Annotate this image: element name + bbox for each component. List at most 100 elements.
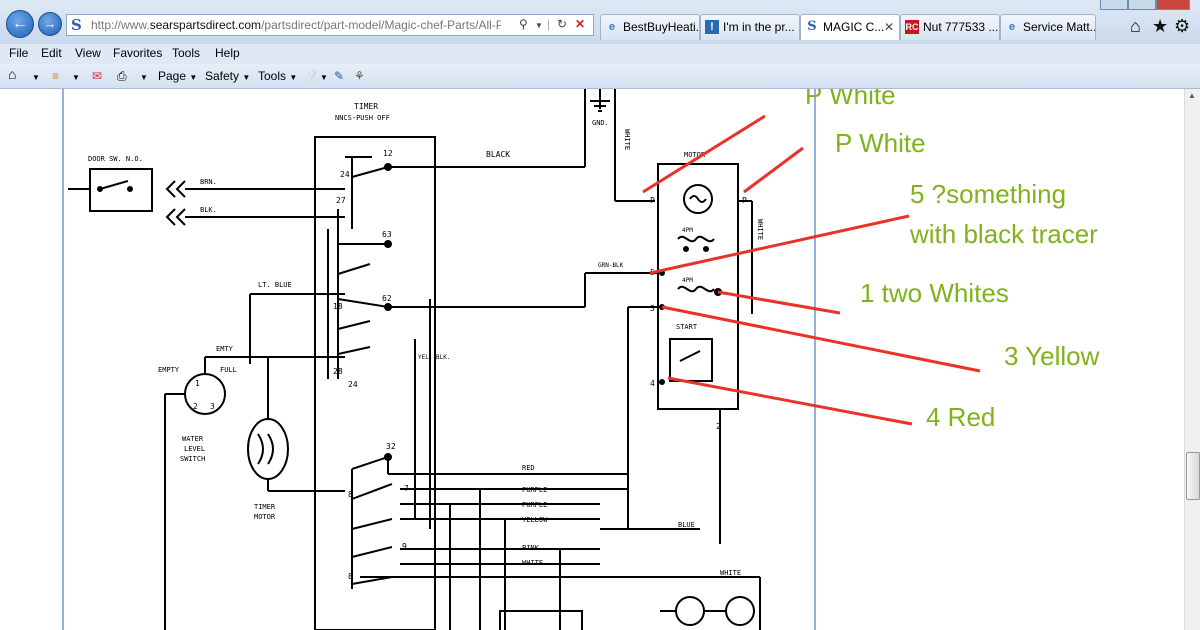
vertical-scrollbar[interactable]	[1184, 89, 1200, 630]
timer-contacts: 12 24 27 63 18 62 28 24 32 8 7 9 8	[327, 149, 409, 589]
annotation-three-yellow: 3 Yellow	[1004, 341, 1100, 371]
tab-forum[interactable]: ! I'm in the pr...	[700, 14, 800, 40]
annotation-line-five	[649, 214, 910, 275]
chevron-down-icon: ▼	[242, 73, 251, 82]
tab-label: I'm in the pr...	[723, 20, 795, 34]
start-label: START	[676, 323, 698, 331]
menu-tools[interactable]: Tools	[172, 46, 200, 60]
close-window-button[interactable]	[1156, 0, 1190, 10]
svg-text:PURPLE: PURPLE	[522, 486, 547, 494]
scroll-up-icon[interactable]: ▲	[1188, 91, 1196, 100]
svg-text:8: 8	[348, 490, 353, 499]
forward-arrow-icon: →	[43, 16, 57, 31]
maximize-button[interactable]	[1128, 0, 1156, 10]
wire-label-grn-blk: GRN-BLK	[598, 262, 624, 269]
annotation-p-white-2: P White	[835, 128, 926, 158]
door-switch: DOOR SW. N.O. BRN. BLK.	[68, 155, 345, 226]
feeds-dropdown-icon[interactable]: ▼	[72, 69, 80, 83]
svg-text:2: 2	[716, 422, 721, 431]
refresh-icon[interactable]: ↻	[557, 17, 567, 31]
bluetooth-icon[interactable]: ⚘	[354, 69, 365, 83]
wire-label-yel-blk: YEL.-BLK.	[418, 354, 451, 361]
bottom-wiring: RED PURPLE PURPLE YELLOW PINK WHITE BLUE…	[360, 457, 761, 630]
print-icon[interactable]: ⎙	[117, 69, 127, 84]
forward-button[interactable]: →	[38, 12, 62, 36]
annotation-line-four	[667, 376, 913, 426]
chevron-down-icon: ▼	[289, 73, 298, 82]
wire-label-black: BLACK	[486, 150, 510, 159]
tools-menu-label: Tools	[258, 69, 287, 83]
svg-text:4: 4	[650, 379, 655, 388]
svg-text:4PM: 4PM	[682, 227, 693, 234]
help-icon[interactable]: ❔	[304, 69, 319, 83]
url-domain: searspartsdirect.com	[149, 18, 262, 32]
tab-label: MAGIC C...	[823, 20, 885, 34]
help-dropdown-icon[interactable]: ▼	[320, 69, 328, 83]
rc-icon: RC	[905, 20, 919, 34]
menu-file[interactable]: File	[9, 46, 28, 60]
svg-text:WATER: WATER	[182, 435, 204, 443]
svg-text:RED: RED	[522, 464, 535, 472]
menu-view[interactable]: View	[75, 46, 101, 60]
svg-text:PURPLE: PURPLE	[522, 501, 547, 509]
research-icon[interactable]: ✎	[334, 69, 344, 83]
svg-text:18: 18	[333, 302, 343, 311]
window-controls	[1100, 0, 1190, 10]
tab-label: Nut 777533 ...	[923, 20, 999, 34]
tab-service[interactable]: e Service Matt...	[1000, 14, 1096, 40]
timer-box	[314, 136, 436, 630]
svg-text:EMTY: EMTY	[216, 345, 234, 353]
menu-edit[interactable]: Edit	[41, 46, 62, 60]
menu-help[interactable]: Help	[215, 46, 240, 60]
home-icon[interactable]: ⌂	[1130, 16, 1141, 37]
sears-site-icon: S	[71, 16, 82, 34]
search-icon[interactable]: ⚲	[519, 17, 528, 31]
url-text[interactable]: http://www.searspartsdirect.com/partsdir…	[91, 18, 501, 32]
wire-label-lt-blue: LT. BLUE	[258, 281, 292, 289]
tab-nut[interactable]: RC Nut 777533 ...	[900, 14, 1000, 40]
svg-text:P: P	[650, 196, 655, 205]
page-menu[interactable]: Page ▼	[158, 69, 197, 83]
scrollbar-thumb[interactable]	[1186, 452, 1200, 500]
menu-bar: File Edit View Favorites Tools Help	[0, 44, 1200, 64]
minimize-button[interactable]	[1100, 0, 1128, 10]
annotation-line-p-white-1	[642, 114, 766, 194]
feeds-icon[interactable]: ≡	[52, 69, 59, 83]
address-bar[interactable]: S http://www.searspartsdirect.com/partsd…	[66, 14, 594, 36]
tools-menu[interactable]: Tools ▼	[258, 69, 297, 83]
print-dropdown-icon[interactable]: ▼	[140, 69, 148, 83]
timer-title: TIMER	[354, 102, 378, 111]
svg-text:WHITE: WHITE	[720, 569, 741, 577]
svg-text:FULL: FULL	[220, 366, 237, 374]
home-icon[interactable]: ⌂	[8, 66, 16, 82]
tab-magic-chef[interactable]: S MAGIC C... ✕	[800, 14, 900, 40]
svg-text:27: 27	[336, 196, 346, 205]
tab-bestbuy[interactable]: e BestBuyHeati...	[600, 14, 700, 40]
timer-motor: TIMER MOTOR	[247, 357, 345, 521]
web-page: TIMER NNCS-PUSH OFF 12 24 27 63 18 62 28…	[0, 89, 1200, 630]
favorites-star-icon[interactable]: ★	[1152, 16, 1168, 37]
ie-icon: e	[608, 21, 616, 33]
annotation-four-red: 4 Red	[926, 402, 996, 432]
home-dropdown-icon[interactable]: ▼	[32, 69, 40, 83]
svg-text:3: 3	[650, 304, 655, 313]
gear-icon[interactable]: ⚙	[1174, 16, 1190, 37]
page-menu-label: Page	[158, 69, 187, 83]
svg-text:8: 8	[348, 572, 353, 581]
menu-favorites[interactable]: Favorites	[113, 46, 162, 60]
stop-icon[interactable]: ✕	[575, 17, 585, 31]
back-button[interactable]: ←	[6, 10, 34, 38]
mail-icon[interactable]: ✉	[92, 69, 102, 83]
svg-text:63: 63	[382, 230, 392, 239]
tab-label: Service Matt...	[1023, 20, 1096, 34]
svg-text:4PM: 4PM	[682, 277, 693, 284]
svg-text:BRN.: BRN.	[200, 178, 217, 186]
close-tab-icon[interactable]: ✕	[884, 15, 894, 39]
safety-menu[interactable]: Safety ▼	[205, 69, 250, 83]
dropdown-icon[interactable]: ▼	[535, 21, 543, 30]
svg-text:BLUE: BLUE	[678, 521, 695, 529]
forum-icon: !	[705, 20, 719, 34]
annotation-five-line1: 5 ?something	[910, 179, 1067, 209]
chevron-down-icon: ▼	[189, 73, 198, 82]
browser-toolbar: ← → S http://www.searspartsdirect.com/pa…	[0, 0, 1200, 45]
